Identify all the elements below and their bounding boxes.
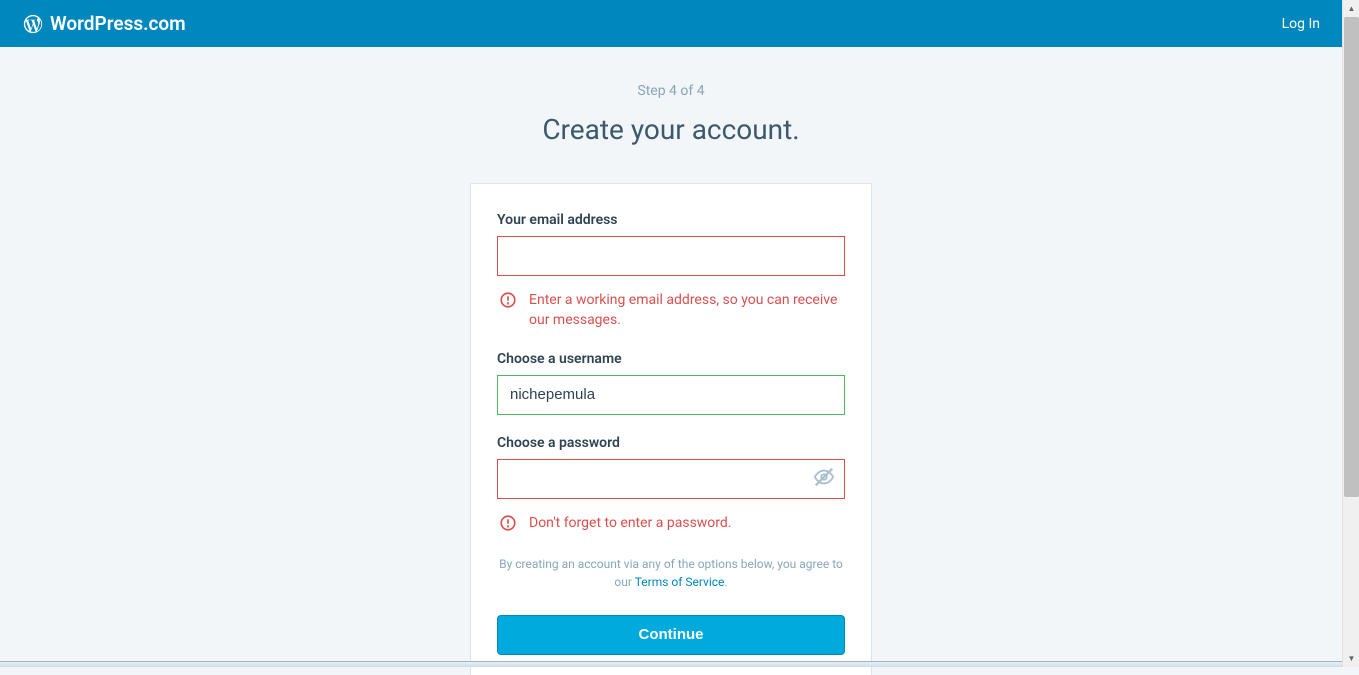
- site-header: WordPress.com Log In: [0, 0, 1342, 47]
- scroll-up-icon[interactable]: ▲: [1343, 0, 1359, 17]
- continue-button[interactable]: Continue: [497, 615, 845, 655]
- vertical-scrollbar[interactable]: ▲ ▼: [1342, 0, 1359, 667]
- alert-icon: [499, 291, 517, 309]
- email-field[interactable]: [497, 236, 845, 276]
- tos-link[interactable]: Terms of Service: [635, 575, 725, 589]
- page-title: Create your account.: [542, 113, 799, 146]
- password-label: Choose a password: [497, 435, 845, 451]
- main-content: Step 4 of 4 Create your account. Your em…: [0, 47, 1342, 675]
- email-label: Your email address: [497, 212, 845, 228]
- scrollbar-thumb[interactable]: [1344, 17, 1359, 497]
- taskbar: [0, 661, 1342, 667]
- email-error: Enter a working email address, so you ca…: [497, 290, 845, 331]
- wordpress-icon: [22, 13, 44, 35]
- username-label: Choose a username: [497, 351, 845, 367]
- email-error-text: Enter a working email address, so you ca…: [529, 290, 845, 331]
- alert-icon: [499, 514, 517, 532]
- email-group: Your email address Enter a working email…: [497, 212, 845, 331]
- username-field[interactable]: [497, 375, 845, 415]
- username-group: Choose a username: [497, 351, 845, 415]
- password-error-text: Don't forget to enter a password.: [529, 513, 732, 533]
- brand-text: WordPress.com: [50, 12, 186, 35]
- brand-logo[interactable]: WordPress.com: [22, 12, 186, 35]
- login-link[interactable]: Log In: [1282, 16, 1320, 32]
- password-group: Choose a password: [497, 435, 845, 533]
- password-field[interactable]: [497, 459, 845, 499]
- scroll-down-icon[interactable]: ▼: [1343, 650, 1359, 667]
- step-indicator: Step 4 of 4: [637, 83, 704, 99]
- eye-off-icon[interactable]: [813, 466, 835, 492]
- password-error: Don't forget to enter a password.: [497, 513, 845, 533]
- tos-text: By creating an account via any of the op…: [497, 555, 845, 591]
- signup-form: Your email address Enter a working email…: [471, 184, 871, 675]
